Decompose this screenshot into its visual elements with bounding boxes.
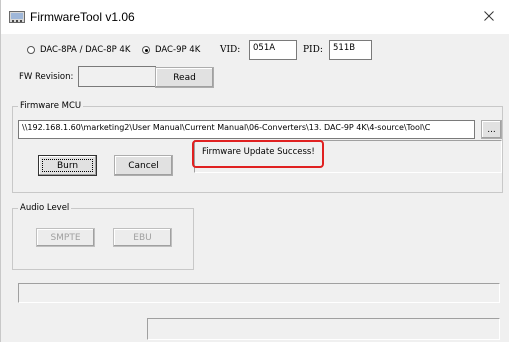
close-icon <box>484 10 494 24</box>
firmware-tool-window: FirmwareTool v1.06 DAC-8PA / DAC-8P 4K D… <box>0 0 509 342</box>
model-radio-dac-8pa[interactable] <box>27 46 35 54</box>
firmware-mcu-title: Firmware MCU <box>18 101 84 112</box>
status-highlight <box>192 140 324 168</box>
firmware-app-icon <box>9 10 25 24</box>
audio-level-title: Audio Level <box>18 203 72 214</box>
fw-revision-label: FW Revision: <box>19 72 74 82</box>
burn-button[interactable]: Burn <box>38 155 97 176</box>
vid-label: VID: <box>220 45 241 55</box>
ebu-button[interactable]: EBU <box>113 228 172 247</box>
fw-revision-field <box>78 66 156 87</box>
bottom-status-field <box>147 318 500 340</box>
title-bar: FirmwareTool v1.06 <box>1 0 509 34</box>
cancel-button[interactable]: Cancel <box>114 155 173 176</box>
browse-button[interactable]: ... <box>481 120 502 139</box>
read-button[interactable]: Read <box>155 67 214 88</box>
smpte-button[interactable]: SMPTE <box>36 228 95 247</box>
burn-label: Burn <box>56 160 79 171</box>
window-title: FirmwareTool v1.06 <box>30 10 135 24</box>
pid-label: PID: <box>303 45 323 55</box>
progress-bar <box>18 283 500 303</box>
model-option-label-dac-9p: DAC-9P 4K <box>155 45 201 55</box>
firmware-path-field[interactable]: \\192.168.1.60\marketing2\User Manual\Cu… <box>18 120 475 139</box>
vid-input[interactable]: 051A <box>249 40 297 60</box>
pid-input[interactable]: 511B <box>329 40 372 60</box>
close-button[interactable] <box>469 0 509 34</box>
model-radio-dac-9p[interactable] <box>142 46 150 54</box>
model-option-label-dac-8pa: DAC-8PA / DAC-8P 4K <box>40 45 131 55</box>
